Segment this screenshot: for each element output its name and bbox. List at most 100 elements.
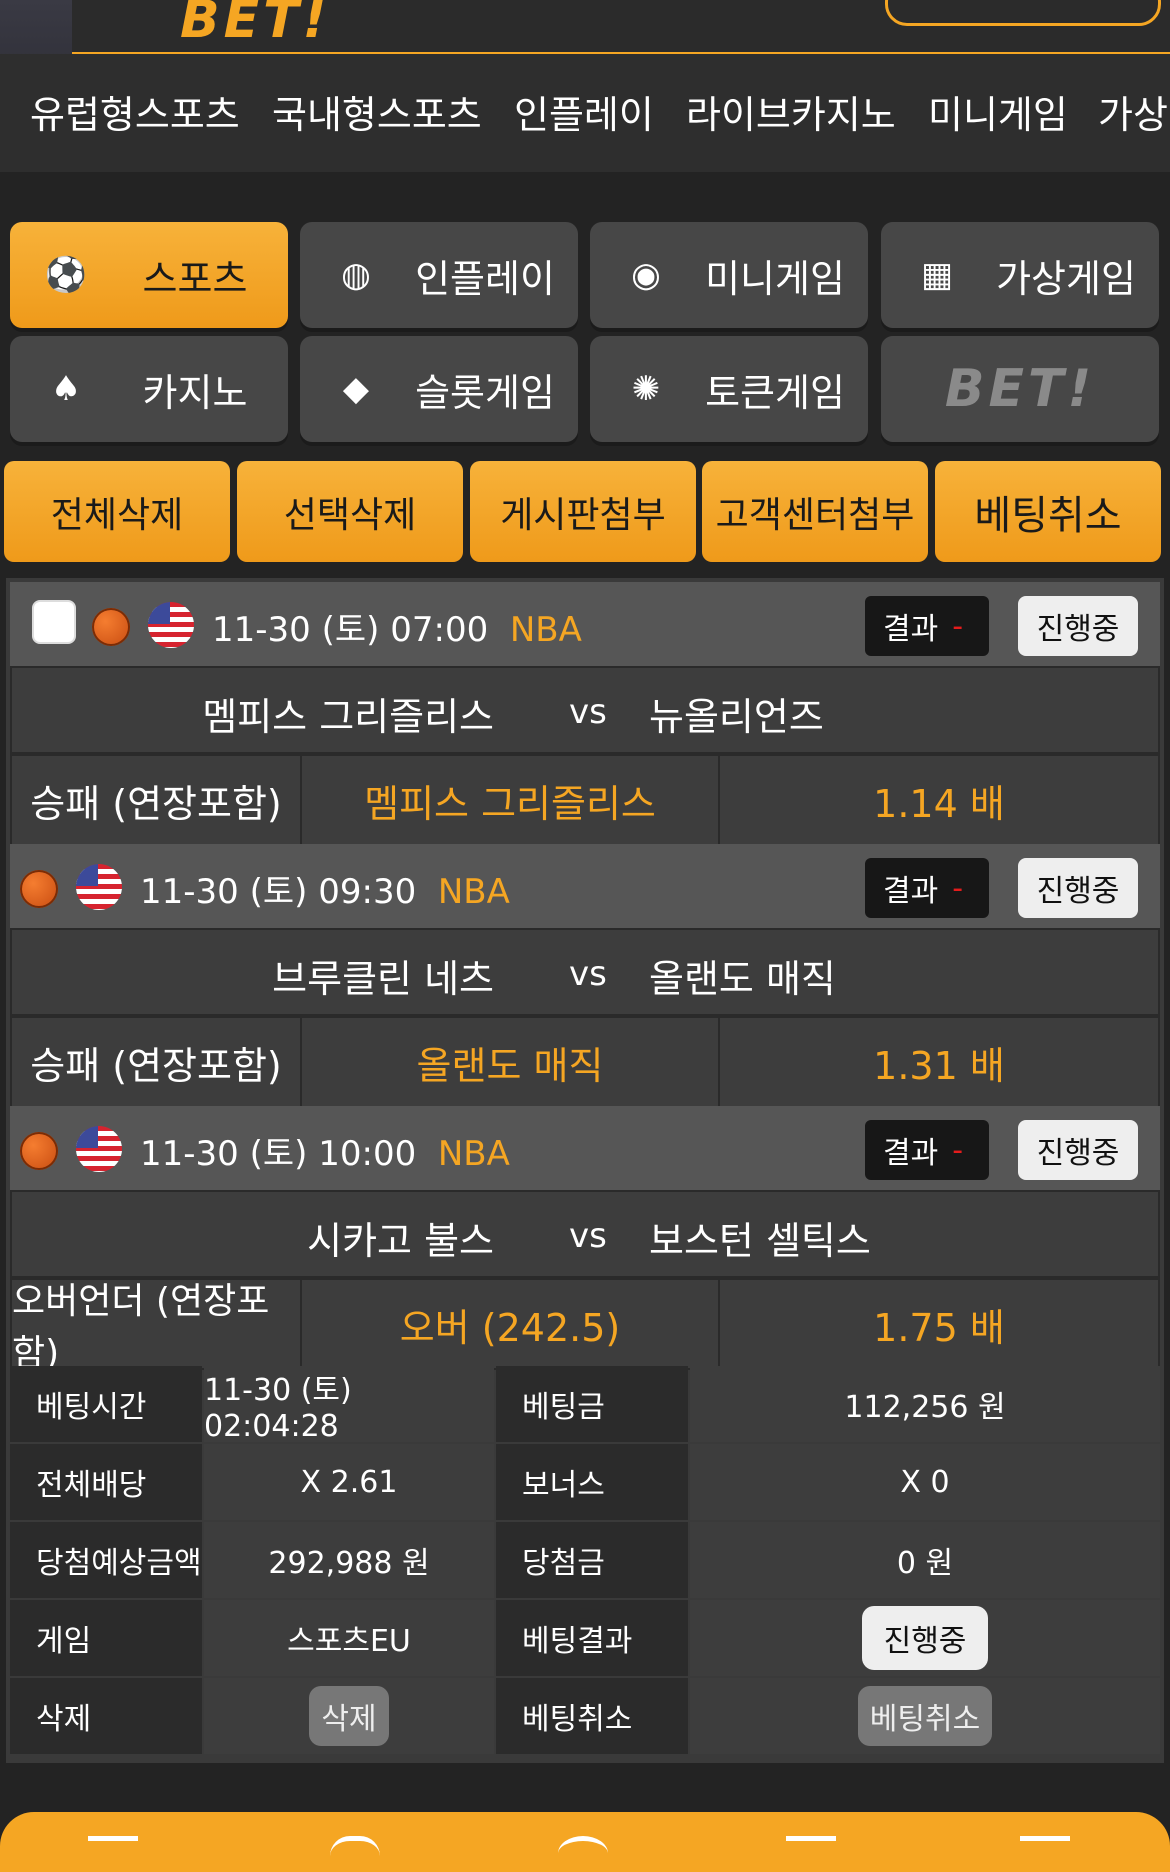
game-label: 게임 [10, 1600, 202, 1676]
home-team: 시카고 불스 [307, 1219, 494, 1263]
total-odds-value: X 2.61 [204, 1444, 494, 1520]
site-logo[interactable]: BET! [180, 0, 330, 50]
total-odds-label: 전체배당 [10, 1444, 202, 1520]
basketball-icon [92, 608, 130, 646]
bet-cancel-button[interactable]: 베팅취소 [857, 1686, 993, 1746]
category-inplay[interactable]: ◍ 인플레이 [300, 222, 578, 328]
category-label: 토큰게임 [705, 370, 845, 415]
game-datetime: 11-30 (토) 09:30 NBA [140, 872, 510, 912]
game-header: 11-30 (토) 07:00 NBA 결과 - 진행중 [10, 582, 1160, 666]
nav-item-inplay[interactable]: 인플레이 [514, 84, 654, 139]
category-sports[interactable]: ⚽ 스포츠 [10, 222, 288, 328]
bet-time-value: 11-30 (토) 02:04:28 [204, 1366, 494, 1444]
category-token[interactable]: ✺ 토큰게임 [590, 336, 868, 442]
bottom-nav [0, 1812, 1170, 1872]
cancel-cell: 베팅취소 [690, 1678, 1160, 1754]
delete-cell: 삭제 [204, 1678, 494, 1754]
select-checkbox[interactable] [32, 600, 76, 644]
league-name: NBA [509, 610, 582, 650]
market-type: 오버언더 (연장포함) [10, 1278, 302, 1374]
bet-amount-label: 베팅금 [496, 1366, 688, 1442]
market-type: 승패 (연장포함) [10, 1016, 302, 1108]
category-minigame[interactable]: ◉ 미니게임 [590, 222, 868, 328]
bet-result-cell: 진행중 [690, 1600, 1160, 1676]
away-team: 올랜도 매직 [649, 957, 836, 1001]
nav-item-virtual[interactable]: 가상 [1098, 84, 1168, 139]
cart-icon[interactable] [1020, 1836, 1070, 1871]
usa-flag-icon [76, 1126, 122, 1172]
category-label: 카지노 [142, 370, 248, 415]
game-value: 스포츠EU [204, 1600, 494, 1676]
bet-amount-value: 112,256 원 [690, 1366, 1160, 1442]
volleyball-icon: ◍ [341, 255, 371, 295]
attach-support-button[interactable]: 고객센터첨부 [702, 461, 928, 562]
nav-item-live-casino[interactable]: 라이브카지노 [686, 84, 896, 139]
match-teams: 브루클린 네츠 vs 올랜도 매직 [10, 928, 1160, 1016]
header-button[interactable] [885, 0, 1161, 26]
bet-slip: 11-30 (토) 07:00 NBA 결과 - 진행중 멤피스 그리즐리스 vs… [6, 578, 1164, 1763]
category-label: 슬롯게임 [415, 370, 555, 415]
bet-logo: BET! [944, 359, 1096, 419]
odds-value: 1.14 배 [718, 754, 1160, 846]
chat-icon[interactable] [786, 1836, 836, 1871]
category-slot[interactable]: ◆ 슬롯게임 [300, 336, 578, 442]
chip-icon: ✺ [631, 369, 661, 409]
category-casino[interactable]: ♠ 카지노 [10, 336, 288, 442]
expected-win-value: 292,988 원 [204, 1522, 494, 1598]
delete-selected-button[interactable]: 선택삭제 [237, 461, 463, 562]
search-icon[interactable] [558, 1836, 608, 1871]
bet-summary-table: 베팅시간 11-30 (토) 02:04:28 베팅금 112,256 원 전체… [10, 1366, 1160, 1756]
usa-flag-icon [148, 602, 194, 648]
game-datetime: 11-30 (토) 10:00 NBA [140, 1134, 510, 1174]
nav-item-euro-sports[interactable]: 유럽형스포츠 [30, 84, 240, 139]
category-label: 미니게임 [705, 256, 845, 301]
result-button[interactable]: 결과 - [865, 596, 989, 656]
top-header: BET! [0, 0, 1170, 54]
table-row: 전체배당 X 2.61 보너스 X 0 [10, 1444, 1160, 1520]
odds-row: 오버언더 (연장포함) 오버 (242.5) 1.75 배 [10, 1278, 1160, 1374]
home-team: 브루클린 네츠 [272, 957, 494, 1001]
slot-machine-icon: ▦ [920, 255, 954, 295]
menu-icon[interactable] [88, 1836, 138, 1871]
basketball-icon [20, 1132, 58, 1170]
sports-icon[interactable] [330, 1836, 380, 1871]
expected-win-label: 당첨예상금액 [10, 1522, 202, 1598]
match-teams: 시카고 불스 vs 보스턴 셀틱스 [10, 1190, 1160, 1278]
usa-flag-icon [76, 864, 122, 910]
result-button[interactable]: 결과 - [865, 1120, 989, 1180]
vs-label: vs [569, 692, 607, 732]
bet-result-badge: 진행중 [861, 1606, 989, 1670]
win-amount-value: 0 원 [690, 1522, 1160, 1598]
market-type: 승패 (연장포함) [10, 754, 302, 846]
status-badge: 진행중 [1018, 596, 1138, 656]
status-badge: 진행중 [1018, 858, 1138, 918]
cancel-bet-button[interactable]: 베팅취소 [935, 461, 1161, 562]
main-nav: 유럽형스포츠 국내형스포츠 인플레이 라이브카지노 미니게임 가상 [0, 54, 1170, 172]
category-virtual[interactable]: ▦ 가상게임 [881, 222, 1159, 328]
bet-result-label: 베팅결과 [496, 1600, 688, 1676]
delete-all-button[interactable]: 전체삭제 [4, 461, 230, 562]
delete-label: 삭제 [10, 1678, 202, 1754]
category-bet-logo[interactable]: BET! [881, 336, 1159, 442]
odds-row: 승패 (연장포함) 올랜도 매직 1.31 배 [10, 1016, 1160, 1108]
league-name: NBA [437, 1134, 510, 1174]
category-label: 가상게임 [996, 256, 1136, 301]
win-amount-label: 당첨금 [496, 1522, 688, 1598]
cancel-label: 베팅취소 [496, 1678, 688, 1754]
football-icon: ◆ [342, 369, 370, 409]
category-label: 인플레이 [415, 256, 555, 301]
vs-label: vs [569, 954, 607, 994]
attach-board-button[interactable]: 게시판첨부 [470, 461, 696, 562]
token-icon: ◉ [631, 255, 661, 295]
status-badge: 진행중 [1018, 1120, 1138, 1180]
home-team: 멤피스 그리즐리스 [202, 695, 494, 739]
result-button[interactable]: 결과 - [865, 858, 989, 918]
odds-value: 1.31 배 [718, 1016, 1160, 1108]
vs-label: vs [569, 1216, 607, 1256]
basketball-icon [20, 870, 58, 908]
delete-button[interactable]: 삭제 [309, 1686, 389, 1746]
table-row: 베팅시간 11-30 (토) 02:04:28 베팅금 112,256 원 [10, 1366, 1160, 1444]
bonus-label: 보너스 [496, 1444, 688, 1520]
nav-item-domestic-sports[interactable]: 국내형스포츠 [272, 84, 482, 139]
nav-item-minigame[interactable]: 미니게임 [928, 84, 1068, 139]
